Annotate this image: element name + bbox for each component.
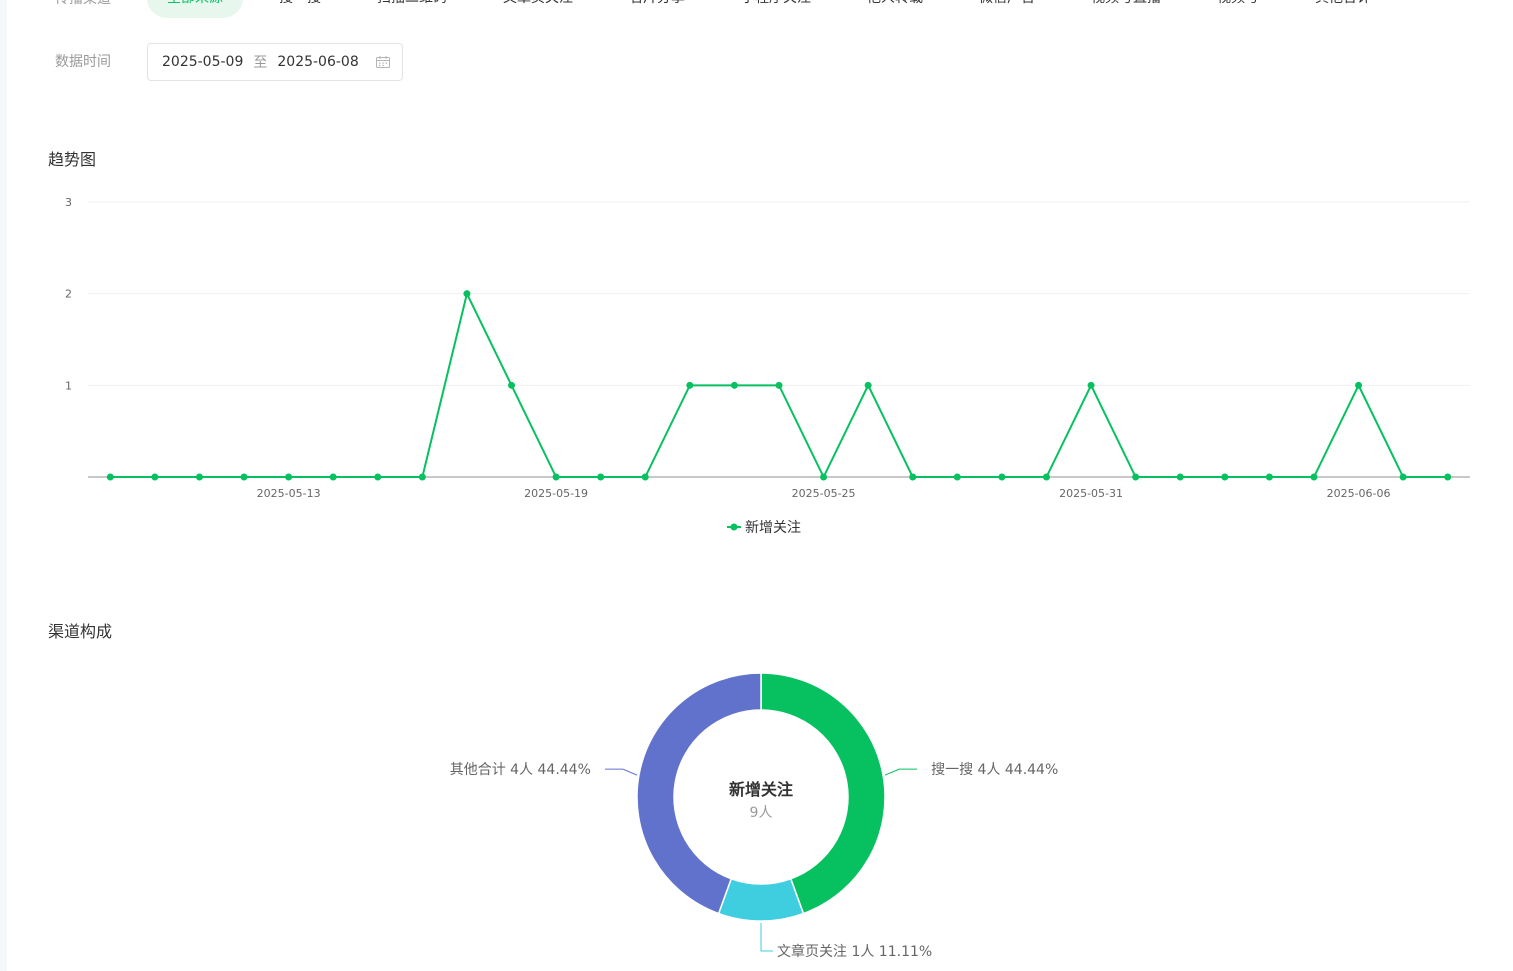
data-point[interactable] [285, 473, 293, 481]
composition-section-title: 渠道构成 [48, 622, 113, 641]
channel-chip-list: 全部来源搜一搜扫描二维码文章页关注名片分享小程序关注他人转载微信广告视频号直播视… [147, 0, 1407, 18]
data-point[interactable] [329, 473, 337, 481]
data-point[interactable] [864, 381, 872, 389]
data-point[interactable] [686, 381, 694, 389]
donut-center-title: 新增关注 [729, 780, 793, 799]
data-point[interactable] [909, 473, 917, 481]
y-tick-label: 3 [65, 196, 72, 209]
channel-chip[interactable]: 名片分享 [609, 0, 705, 18]
data-point[interactable] [775, 381, 783, 389]
main-panel: 传播渠道 全部来源搜一搜扫描二维码文章页关注名片分享小程序关注他人转载微信广告视… [7, 0, 1513, 971]
data-point[interactable] [1444, 473, 1452, 481]
date-separator: 至 [253, 55, 268, 71]
data-point[interactable] [597, 473, 605, 481]
data-point[interactable] [418, 473, 426, 481]
channel-chip[interactable]: 视频号 [1197, 0, 1279, 18]
data-point[interactable] [1087, 381, 1095, 389]
channel-filter-row: 传播渠道 [55, 0, 154, 18]
slice-label: 搜一搜 4人 44.44% [931, 762, 1058, 778]
data-point[interactable] [195, 473, 203, 481]
trend-section-title: 趋势图 [48, 150, 97, 169]
data-point[interactable] [953, 473, 961, 481]
data-point[interactable] [1310, 473, 1318, 481]
channel-filter-label: 传播渠道 [55, 0, 154, 8]
date-filter-label: 数据时间 [55, 54, 111, 70]
x-tick-label: 2025-05-31 [1059, 487, 1123, 500]
data-point[interactable] [463, 290, 471, 298]
data-point[interactable] [240, 473, 248, 481]
data-point[interactable] [998, 473, 1006, 481]
slice-label: 文章页关注 1人 11.11% [777, 943, 932, 960]
calendar-icon[interactable] [376, 56, 390, 68]
data-point[interactable] [1355, 381, 1363, 389]
y-tick-label: 1 [65, 379, 72, 392]
channel-chip[interactable]: 搜一搜 [259, 0, 341, 18]
channel-donut-chart: 搜一搜 4人 44.44% 文章页关注 1人 11.11% 其他合计 4人 44.4… [450, 672, 1058, 960]
slice-label-line [760, 923, 773, 952]
date-end[interactable]: 2025-06-08 [277, 54, 358, 70]
x-tick-label: 2025-05-25 [792, 487, 856, 500]
data-point[interactable] [151, 473, 159, 481]
trend-line-chart: 1 2 3 2025-05-13 2025-05-19 2025-05-25 2025-05… [65, 196, 1470, 536]
data-point[interactable] [552, 473, 560, 481]
slice-label-line [884, 768, 918, 776]
donut-center-value: 9人 [750, 805, 773, 821]
y-tick-label: 2 [65, 288, 72, 301]
data-point[interactable] [641, 473, 649, 481]
data-point[interactable] [1042, 473, 1050, 481]
x-tick-label: 2025-05-19 [524, 487, 588, 500]
x-tick-label: 2025-05-13 [257, 487, 321, 500]
channel-chip[interactable]: 文章页关注 [483, 0, 593, 18]
channel-chip[interactable]: 微信广告 [959, 0, 1055, 18]
data-point[interactable] [1176, 473, 1184, 481]
channel-chip[interactable]: 全部来源 [147, 0, 243, 18]
channel-chip[interactable]: 视频号直播 [1071, 0, 1181, 18]
x-tick-label: 2025-06-06 [1327, 487, 1391, 500]
legend-dot-icon [730, 523, 738, 531]
channel-chip[interactable]: 小程序关注 [721, 0, 831, 18]
channel-chip[interactable]: 他人转载 [847, 0, 943, 18]
data-point[interactable] [508, 381, 516, 389]
data-point[interactable] [1221, 473, 1229, 481]
data-point[interactable] [730, 381, 738, 389]
date-start[interactable]: 2025-05-09 [162, 54, 243, 70]
data-point[interactable] [1399, 473, 1407, 481]
data-point[interactable] [1132, 473, 1140, 481]
data-point[interactable] [374, 473, 382, 481]
slice-label: 其他合计 4人 44.44% [450, 762, 591, 778]
data-point[interactable] [1265, 473, 1273, 481]
chart-legend[interactable]: 新增关注 [727, 520, 801, 536]
slice-label-line [604, 768, 638, 776]
legend-label: 新增关注 [745, 520, 801, 536]
data-point[interactable] [106, 473, 114, 481]
data-point[interactable] [820, 473, 828, 481]
donut-slice[interactable] [717, 877, 805, 922]
date-filter-row: 数据时间 [55, 41, 154, 81]
channel-chip[interactable]: 扫描二维码 [357, 0, 467, 18]
channel-chip[interactable]: 其他合计 [1295, 0, 1391, 18]
date-range-picker[interactable]: 2025-05-09 至 2025-06-08 [147, 43, 403, 81]
